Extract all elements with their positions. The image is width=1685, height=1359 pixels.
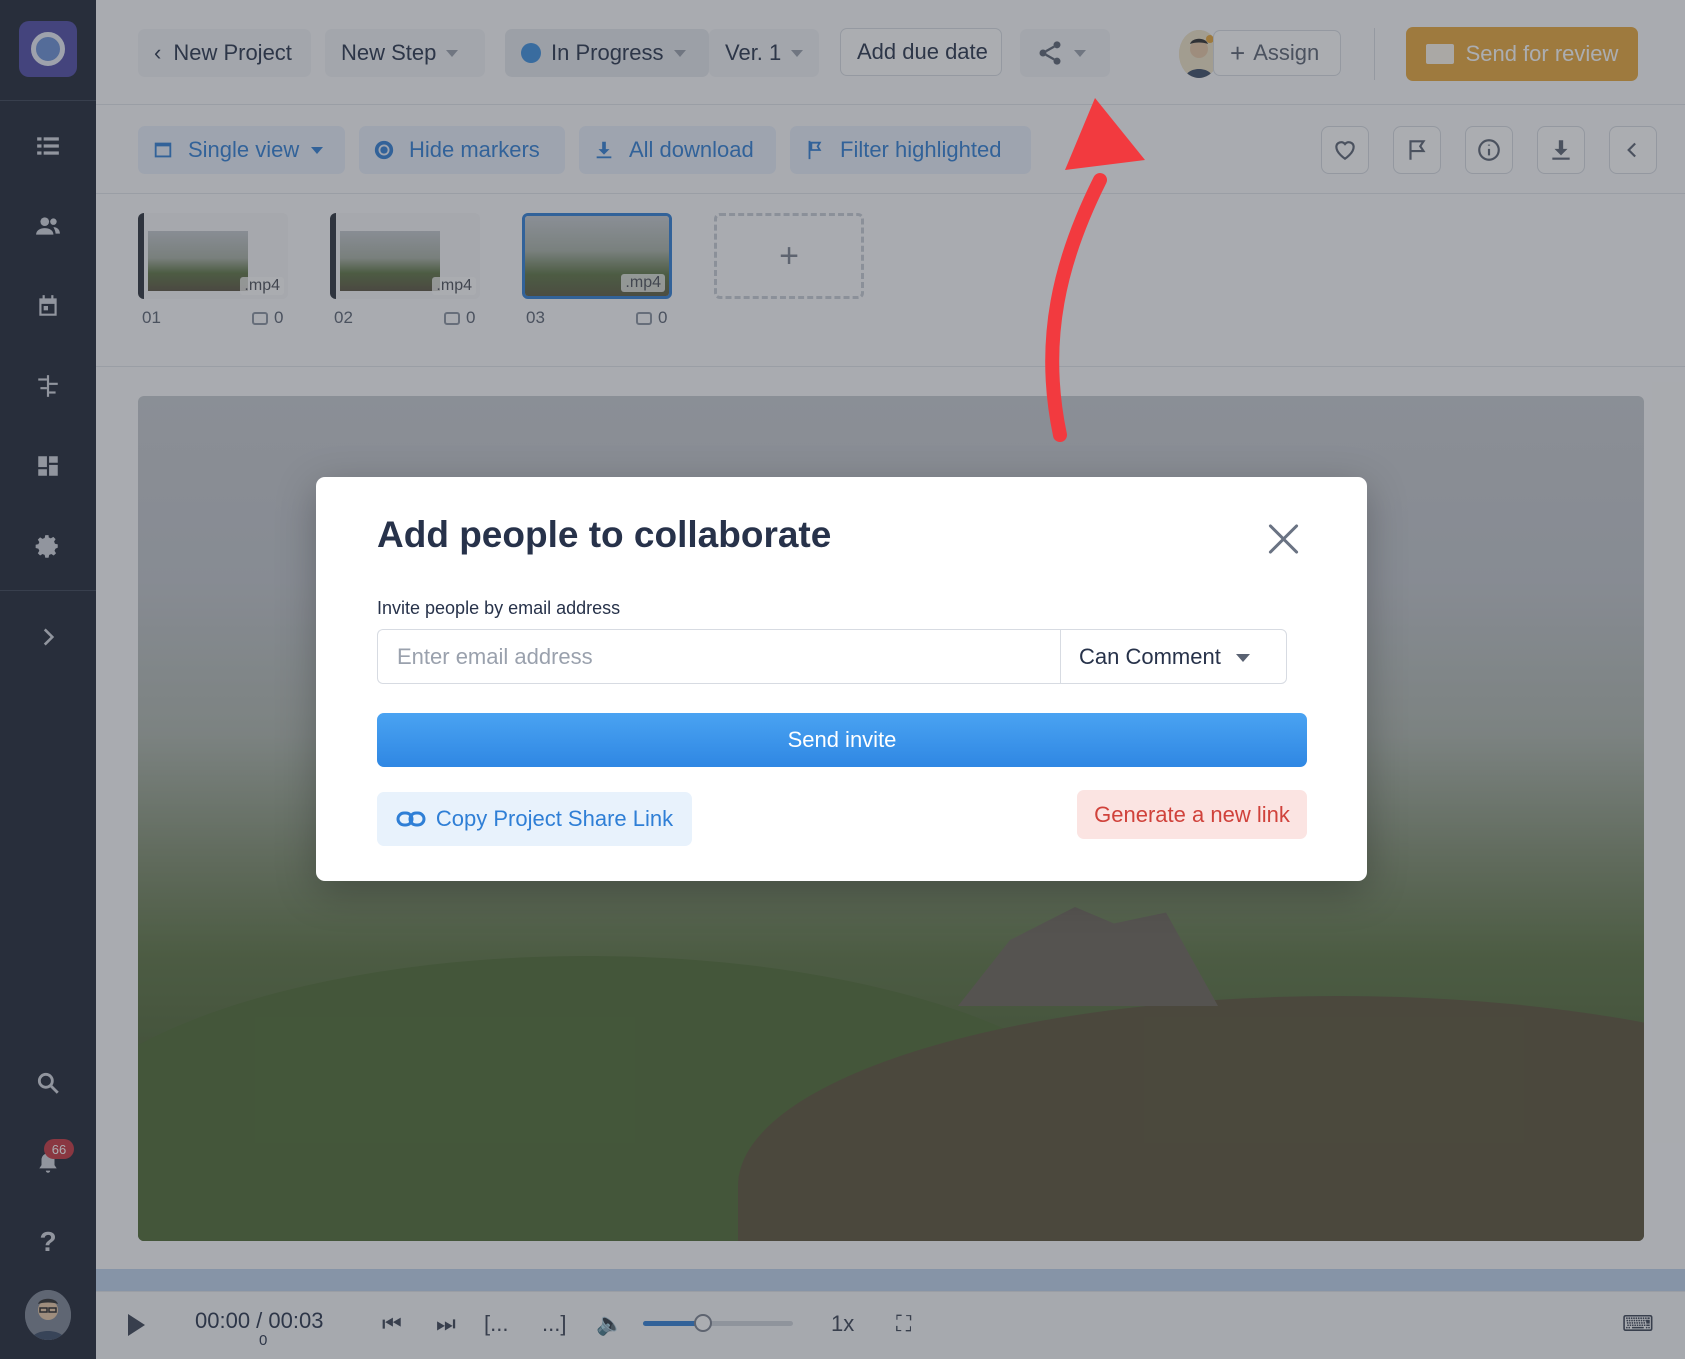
app-window: 66 ? ‹ New Project New Step In Progress (0, 0, 1685, 1359)
copy-link-label: Copy Project Share Link (435, 806, 674, 831)
collaborate-modal: Add people to collaborate Invite people … (316, 477, 1367, 881)
annotation-arrow (1045, 98, 1145, 442)
send-invite-button[interactable]: Send invite (377, 713, 1307, 767)
modal-title: Add people to collaborate (377, 514, 832, 555)
email-field[interactable] (377, 629, 1060, 684)
generate-link-button[interactable]: Generate a new link (1077, 790, 1307, 839)
chevron-down-icon (1236, 654, 1250, 662)
copy-share-link-button[interactable]: Copy Project Share Link (377, 792, 692, 846)
link-icon (396, 811, 426, 827)
close-icon[interactable] (1262, 517, 1306, 561)
permission-dropdown[interactable]: Can Comment (1060, 629, 1287, 684)
permission-value: Can Comment (1079, 643, 1221, 669)
invite-label: Invite people by email address (377, 598, 621, 618)
